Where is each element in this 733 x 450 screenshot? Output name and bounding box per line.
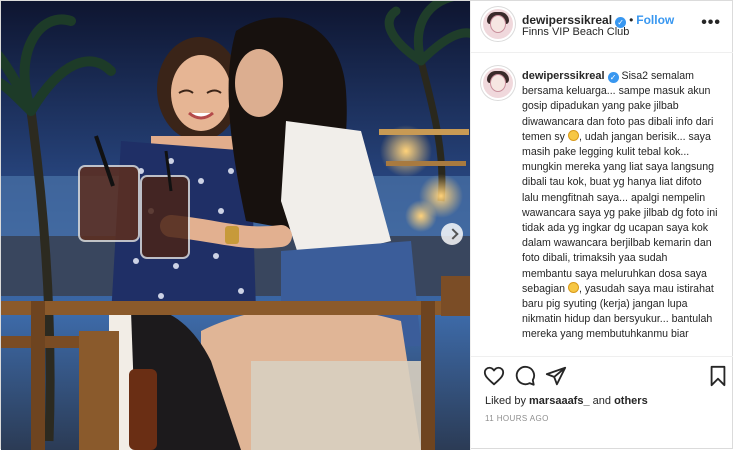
- caption-username[interactable]: dewiperssikreal: [522, 70, 605, 82]
- separator-dot: •: [629, 13, 634, 27]
- chevron-right-icon: [447, 228, 459, 240]
- caption-area: dewiperssikreal ✓ Sisa2 semalam bersama k…: [471, 54, 733, 356]
- post-header: dewiperssikreal ✓ • Follow Finns VIP Beach …: [471, 1, 733, 53]
- liked-by-user[interactable]: marsaaafs_: [529, 395, 590, 407]
- photo-illustration: [1, 1, 470, 450]
- likes-others-link[interactable]: others: [614, 395, 648, 407]
- avatar[interactable]: [483, 9, 513, 39]
- caption-avatar[interactable]: [483, 68, 513, 98]
- avatar-face: [490, 74, 506, 92]
- avatar-face: [490, 15, 506, 33]
- likes-and: and: [589, 395, 615, 407]
- more-options-icon[interactable]: •••: [701, 14, 721, 32]
- post-location[interactable]: Finns VIP Beach Club: [522, 26, 629, 38]
- header-username[interactable]: dewiperssikreal: [522, 13, 612, 27]
- paper-plane-icon[interactable]: [545, 365, 567, 387]
- smiling-face-emoji-icon: [567, 281, 579, 293]
- likes-prefix: Liked by: [485, 395, 530, 407]
- follow-button[interactable]: Follow: [636, 13, 674, 27]
- heart-icon[interactable]: [483, 365, 505, 387]
- instagram-post: dewiperssikreal ✓ • Follow Finns VIP Beach …: [0, 0, 733, 450]
- post-photo[interactable]: [1, 1, 470, 450]
- post-actions: Liked by marsaaafs_ and others 11 HOURS …: [471, 356, 733, 450]
- comment-icon[interactable]: [514, 365, 536, 387]
- post-timestamp[interactable]: 11 HOURS AGO: [485, 414, 549, 423]
- bookmark-icon[interactable]: [707, 365, 729, 387]
- caption-text-part-2: , udah jangan berisik... saya masih pake…: [522, 130, 721, 295]
- carousel-next-button[interactable]: [441, 223, 463, 245]
- post-caption: dewiperssikreal ✓ Sisa2 semalam bersama k…: [522, 69, 720, 343]
- post-side-panel: dewiperssikreal ✓ • Follow Finns VIP Beach …: [470, 1, 733, 450]
- verified-badge-icon: ✓: [607, 72, 619, 83]
- likes-summary: Liked by marsaaafs_ and others: [485, 395, 648, 407]
- smiling-face-emoji-icon: [567, 129, 579, 141]
